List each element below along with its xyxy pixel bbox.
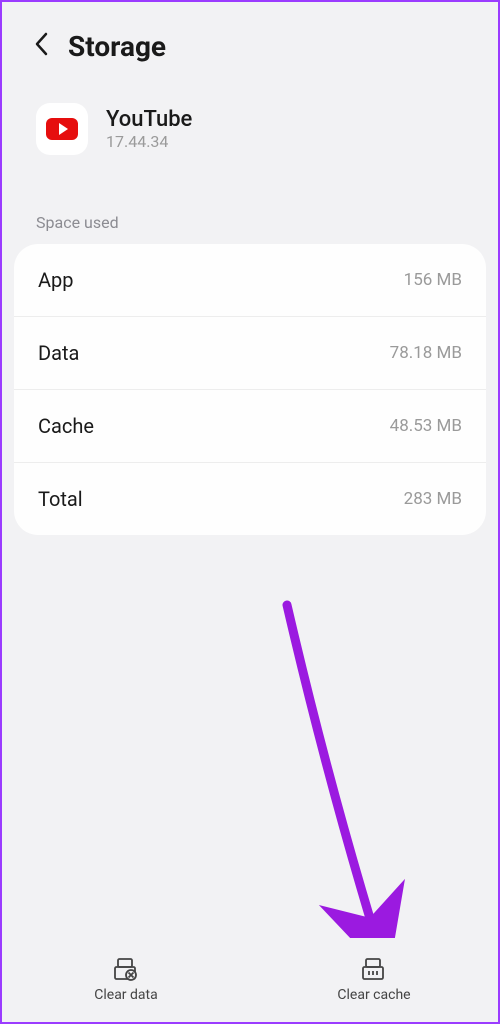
clear-cache-button[interactable]: Clear cache xyxy=(250,938,498,1022)
bottom-toolbar: Clear data Clear cache xyxy=(2,938,498,1022)
clear-cache-icon xyxy=(360,957,388,983)
app-info-section: YouTube 17.44.34 xyxy=(2,75,498,185)
clear-data-label: Clear data xyxy=(94,987,157,1003)
row-value: 283 MB xyxy=(404,489,462,509)
header: Storage xyxy=(2,2,498,75)
storage-row-cache: Cache 48.53 MB xyxy=(14,390,486,463)
clear-cache-label: Clear cache xyxy=(337,987,410,1003)
storage-row-data: Data 78.18 MB xyxy=(14,317,486,390)
row-value: 48.53 MB xyxy=(390,416,462,436)
storage-row-app: App 156 MB xyxy=(14,244,486,317)
row-label: Data xyxy=(38,341,79,365)
row-label: Total xyxy=(38,487,83,511)
section-label: Space used xyxy=(2,185,498,244)
row-label: Cache xyxy=(38,414,94,438)
storage-row-total: Total 283 MB xyxy=(14,463,486,535)
clear-data-icon xyxy=(112,957,140,983)
row-label: App xyxy=(38,268,74,292)
app-name: YouTube xyxy=(106,107,192,132)
storage-card: App 156 MB Data 78.18 MB Cache 48.53 MB … xyxy=(14,244,486,535)
row-value: 156 MB xyxy=(404,270,462,290)
row-value: 78.18 MB xyxy=(390,343,462,363)
clear-data-button[interactable]: Clear data xyxy=(2,938,250,1022)
annotation-arrow xyxy=(267,597,417,977)
youtube-icon xyxy=(36,103,88,155)
app-version: 17.44.34 xyxy=(106,132,192,151)
page-title: Storage xyxy=(68,30,166,63)
back-button[interactable] xyxy=(32,30,50,63)
